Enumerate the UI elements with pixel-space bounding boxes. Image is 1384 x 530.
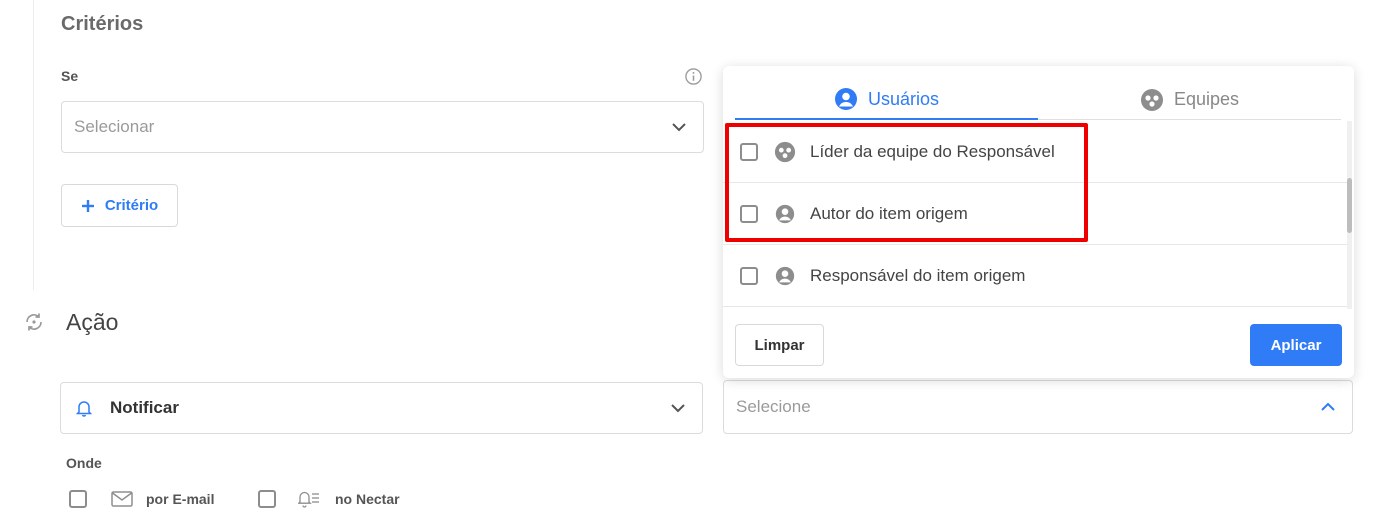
bell-list-icon	[298, 490, 320, 508]
criteria-select-placeholder: Selecionar	[74, 117, 155, 136]
apply-button[interactable]: Aplicar	[1250, 324, 1342, 366]
list-item-label: Líder da equipe do Responsável	[810, 141, 1055, 161]
info-icon[interactable]	[684, 67, 703, 91]
tab-teams-label: Equipes	[1173, 89, 1240, 109]
recipient-select[interactable]: Selecione	[723, 380, 1353, 434]
criteria-title: Critérios	[61, 13, 144, 35]
list-item[interactable]: Autor do item origem	[723, 183, 1348, 245]
email-checkbox[interactable]	[69, 490, 87, 508]
action-type-select[interactable]: Notificar	[60, 382, 703, 434]
clear-button[interactable]: Limpar	[735, 324, 824, 366]
item-checkbox[interactable]	[740, 266, 758, 285]
email-option-label: por E-mail	[146, 491, 215, 507]
team-icon	[1140, 88, 1163, 111]
list-item[interactable]: Responsável do item origem	[723, 245, 1348, 307]
recipient-dropdown: Usuários Equipes Líder da equipe do Resp…	[723, 66, 1354, 378]
if-label: Se	[61, 68, 79, 84]
timeline-line	[33, 0, 34, 290]
refresh-cycle-icon	[23, 311, 45, 338]
add-criterion-button[interactable]: Critério	[61, 184, 178, 227]
nectar-option: no Nectar	[258, 490, 400, 508]
item-checkbox[interactable]	[740, 204, 758, 223]
chevron-down-icon	[671, 122, 687, 132]
bell-icon	[76, 399, 92, 417]
tab-teams[interactable]: Equipes	[1038, 80, 1341, 120]
list-item-label: Responsável do item origem	[810, 265, 1026, 285]
mail-icon	[111, 491, 133, 507]
add-criterion-label: Critério	[104, 197, 159, 214]
chevron-up-icon	[1320, 402, 1336, 412]
user-icon	[774, 265, 796, 287]
tab-users-label: Usuários	[867, 88, 940, 109]
action-title: Ação	[66, 309, 119, 335]
user-icon	[834, 88, 857, 110]
item-checkbox[interactable]	[740, 142, 758, 161]
nectar-option-label: no Nectar	[335, 491, 400, 507]
list-item-label: Autor do item origem	[810, 203, 968, 223]
email-option: por E-mail	[69, 490, 214, 508]
team-icon	[774, 141, 796, 163]
user-icon	[774, 203, 796, 225]
tab-users[interactable]: Usuários	[735, 80, 1038, 120]
where-label: Onde	[66, 455, 102, 471]
scrollbar-thumb[interactable]	[1347, 178, 1352, 233]
action-type-value: Notificar	[110, 398, 179, 417]
nectar-checkbox[interactable]	[258, 490, 276, 508]
recipient-select-placeholder: Selecione	[736, 397, 811, 416]
criteria-select[interactable]: Selecionar	[61, 101, 704, 153]
chevron-down-icon	[670, 403, 686, 413]
plus-icon	[81, 199, 94, 212]
list-item[interactable]: Líder da equipe do Responsável	[723, 121, 1348, 183]
